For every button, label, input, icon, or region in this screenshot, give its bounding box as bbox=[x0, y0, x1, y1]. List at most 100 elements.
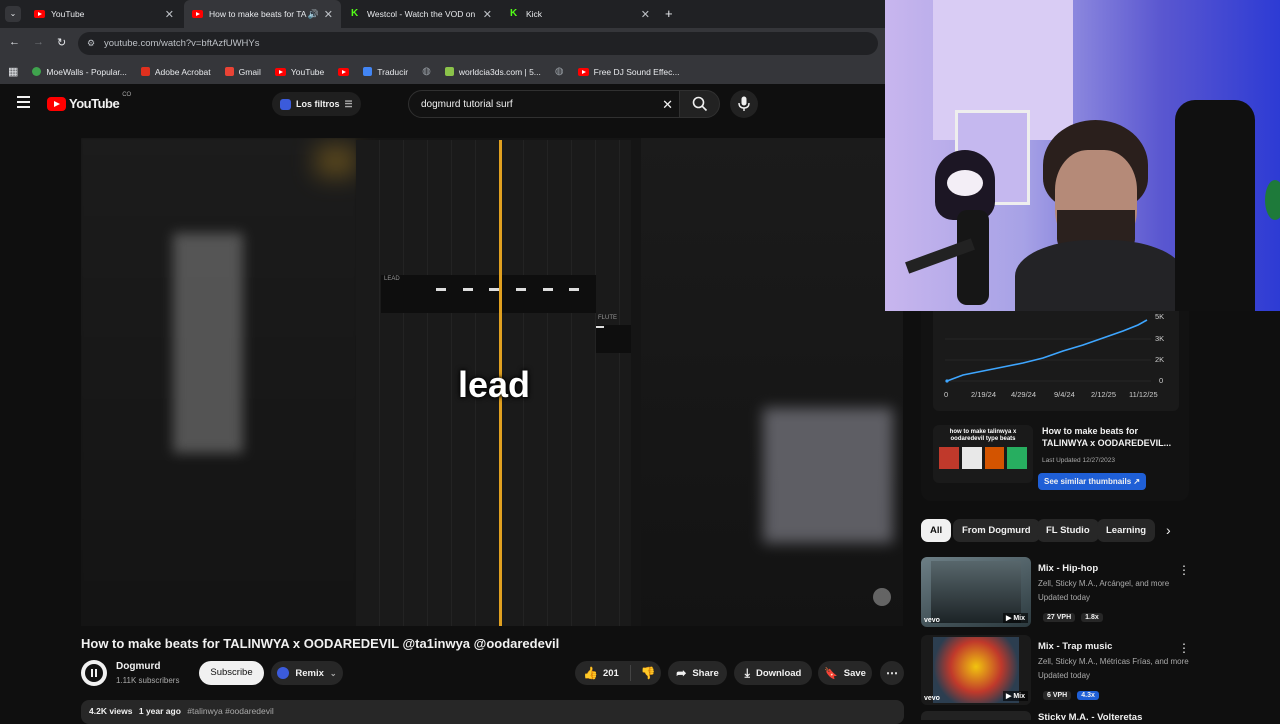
plant bbox=[1265, 180, 1280, 220]
address-bar: ← → ↻ ⚙ youtube.com/watch?v=bftAzfUWHYs bbox=[0, 28, 885, 59]
channel-avatar[interactable] bbox=[81, 660, 107, 686]
midi-note bbox=[516, 288, 526, 291]
lead-label: LEAD bbox=[384, 276, 400, 282]
related-artists: Zell, Sticky M.A., Arcángel, and more bbox=[1038, 579, 1170, 588]
close-tab-icon[interactable]: ✕ bbox=[641, 8, 650, 21]
save-button[interactable]: 🔖 Save bbox=[818, 661, 872, 685]
related-item[interactable]: Sticky M.A. - Volteretas bbox=[921, 711, 1191, 720]
channel-name[interactable]: Dogmurd bbox=[116, 661, 160, 672]
back-icon[interactable]: ← bbox=[9, 36, 20, 48]
tab-label: YouTube bbox=[51, 9, 85, 19]
subscribe-button[interactable]: Subscribe bbox=[199, 661, 264, 685]
tab-label: Westcol - Watch the VOD on Ki bbox=[367, 9, 477, 19]
youtube-icon bbox=[577, 67, 589, 76]
search-button[interactable] bbox=[679, 90, 720, 118]
bookmark-label: Traducir bbox=[377, 66, 409, 77]
chip-fl-studio[interactable]: FL Studio bbox=[1037, 519, 1099, 542]
chip-from-dogmurd[interactable]: From Dogmurd bbox=[953, 519, 1040, 542]
like-dislike-group: 👍 201 👎 bbox=[575, 661, 661, 685]
tab-label: Kick bbox=[526, 9, 543, 19]
tab-youtube[interactable]: YouTube ✕ bbox=[26, 0, 182, 28]
sliders-icon: ☰ bbox=[344, 98, 353, 109]
vph-badge: 27 VPH bbox=[1043, 613, 1076, 622]
bookmark-dj-sounds[interactable]: Free DJ Sound Effec... bbox=[577, 67, 679, 77]
video-title: How to make beats for TALINWYA x OODARED… bbox=[81, 636, 560, 651]
related-title: Mix - Hip-hop bbox=[1038, 563, 1099, 574]
bookmark-globe[interactable]: ◍ bbox=[422, 66, 431, 77]
chip-learning[interactable]: Learning bbox=[1097, 519, 1156, 542]
url-field[interactable]: ⚙ youtube.com/watch?v=bftAzfUWHYs bbox=[78, 32, 878, 55]
share-button[interactable]: ➦ Share bbox=[668, 661, 727, 685]
search-input[interactable]: dogmurd tutorial surf ✕ bbox=[408, 90, 680, 118]
bookmark-moewalls[interactable]: MoeWalls - Popular... bbox=[32, 66, 127, 77]
blurred-window bbox=[763, 408, 893, 543]
acrobat-icon bbox=[140, 67, 150, 76]
bookmark-worldcia[interactable]: worldcia3ds.com | 5... bbox=[444, 67, 541, 77]
close-tab-icon[interactable]: ✕ bbox=[165, 8, 174, 21]
bookmark-label: YouTube bbox=[290, 66, 325, 77]
more-icon: ⋯ bbox=[886, 666, 898, 680]
bookmark-globe-2[interactable]: ◍ bbox=[555, 66, 564, 77]
worldcia-icon bbox=[444, 67, 454, 76]
x-tick: 2/19/24 bbox=[971, 390, 997, 399]
dislike-button[interactable]: 👎 bbox=[641, 666, 656, 680]
bookmark-acrobat[interactable]: Adobe Acrobat bbox=[140, 67, 211, 77]
apps-icon[interactable]: ▦ bbox=[8, 65, 18, 78]
tab-westcol[interactable]: K Westcol - Watch the VOD on Ki ✕ bbox=[343, 0, 500, 28]
more-vert-icon[interactable]: ⋮ bbox=[1178, 563, 1190, 577]
reload-icon[interactable]: ↻ bbox=[57, 36, 66, 49]
like-button[interactable]: 👍 201 bbox=[583, 666, 619, 680]
globe-icon: ◍ bbox=[422, 66, 431, 77]
description-box[interactable]: 4.2K views 1 year ago #talinwya #oodared… bbox=[81, 700, 904, 724]
remix-icon bbox=[277, 667, 290, 679]
site-info-icon[interactable]: ⚙ bbox=[87, 32, 95, 55]
midi-note bbox=[489, 288, 499, 291]
tab-search-icon[interactable]: ⌄ bbox=[5, 6, 21, 22]
bookmark-youtube[interactable]: YouTube bbox=[274, 66, 325, 77]
speaker-icon[interactable]: 🔊 bbox=[308, 9, 319, 20]
chips-next-icon[interactable]: › bbox=[1166, 522, 1171, 538]
chip-all[interactable]: All bbox=[921, 519, 952, 542]
clear-search-icon[interactable]: ✕ bbox=[662, 91, 673, 118]
last-updated: Last Updated 12/27/2023 bbox=[1042, 457, 1116, 464]
analytics-thumbnail[interactable]: how to make talinwya x oodaredevil type … bbox=[933, 425, 1033, 483]
thumbnail-text: how to make talinwya x oodaredevil type … bbox=[949, 429, 1017, 442]
analytics-video-title[interactable]: How to make beats for TALINWYA x OODARED… bbox=[1042, 425, 1182, 449]
forward-icon[interactable]: → bbox=[33, 36, 44, 48]
related-item[interactable]: vevo ▶ Mix Mix - Trap music ⋮ Zell, Stic… bbox=[921, 635, 1191, 705]
mix-label: Mix bbox=[1013, 615, 1025, 622]
filters-label: Los filtros bbox=[296, 99, 340, 109]
blurred-glow bbox=[316, 146, 356, 176]
related-item[interactable]: vevo ▶ Mix Mix - Hip-hop ⋮ Zell, Sticky … bbox=[921, 557, 1191, 627]
youtube-logo[interactable]: YouTube CO bbox=[47, 92, 131, 111]
related-thumbnail: vevo ▶ Mix bbox=[921, 635, 1031, 705]
video-player[interactable]: LEAD FLUTE lead bbox=[81, 138, 903, 626]
mix-tag: ▶ Mix bbox=[1003, 613, 1028, 623]
more-vert-icon[interactable]: ⋮ bbox=[1178, 641, 1190, 655]
similar-thumbnails-button[interactable]: See similar thumbnails ↗ bbox=[1038, 473, 1147, 490]
x-tick: 4/29/24 bbox=[1011, 390, 1037, 399]
chip-label: From Dogmurd bbox=[962, 525, 1031, 536]
bookmark-youtube-2[interactable] bbox=[338, 67, 350, 76]
close-tab-icon[interactable]: ✕ bbox=[483, 8, 492, 21]
hashtags[interactable]: #talinwya #oodaredevil bbox=[187, 706, 273, 716]
filters-button[interactable]: Los filtros ☰ bbox=[272, 92, 361, 116]
more-actions-button[interactable]: ⋯ bbox=[880, 661, 904, 685]
flute-track-row bbox=[596, 325, 631, 353]
bookmark-translate[interactable]: Traducir bbox=[363, 67, 408, 77]
related-artists: Zell, Sticky M.A., Métricas Frías, and m… bbox=[1038, 657, 1189, 666]
download-button[interactable]: ⤓ Download bbox=[734, 661, 812, 685]
voice-search-button[interactable] bbox=[730, 90, 758, 118]
menu-icon[interactable] bbox=[17, 96, 30, 108]
new-tab-icon[interactable]: + bbox=[665, 6, 673, 21]
download-icon: ⤓ bbox=[744, 665, 750, 680]
kick-favicon-icon: K bbox=[351, 8, 359, 19]
bookmark-label: MoeWalls - Popular... bbox=[46, 66, 127, 77]
tab-kick[interactable]: K Kick ✕ bbox=[502, 0, 658, 28]
x-tick: 11/12/25 bbox=[1129, 390, 1158, 399]
tab-video[interactable]: How to make beats for TAL 🔊 ✕ bbox=[184, 0, 341, 28]
blurred-daw-right bbox=[641, 138, 903, 626]
close-tab-icon[interactable]: ✕ bbox=[324, 8, 333, 21]
bookmark-gmail[interactable]: Gmail bbox=[224, 67, 261, 77]
remix-button[interactable]: Remix ⌄ bbox=[271, 661, 343, 685]
